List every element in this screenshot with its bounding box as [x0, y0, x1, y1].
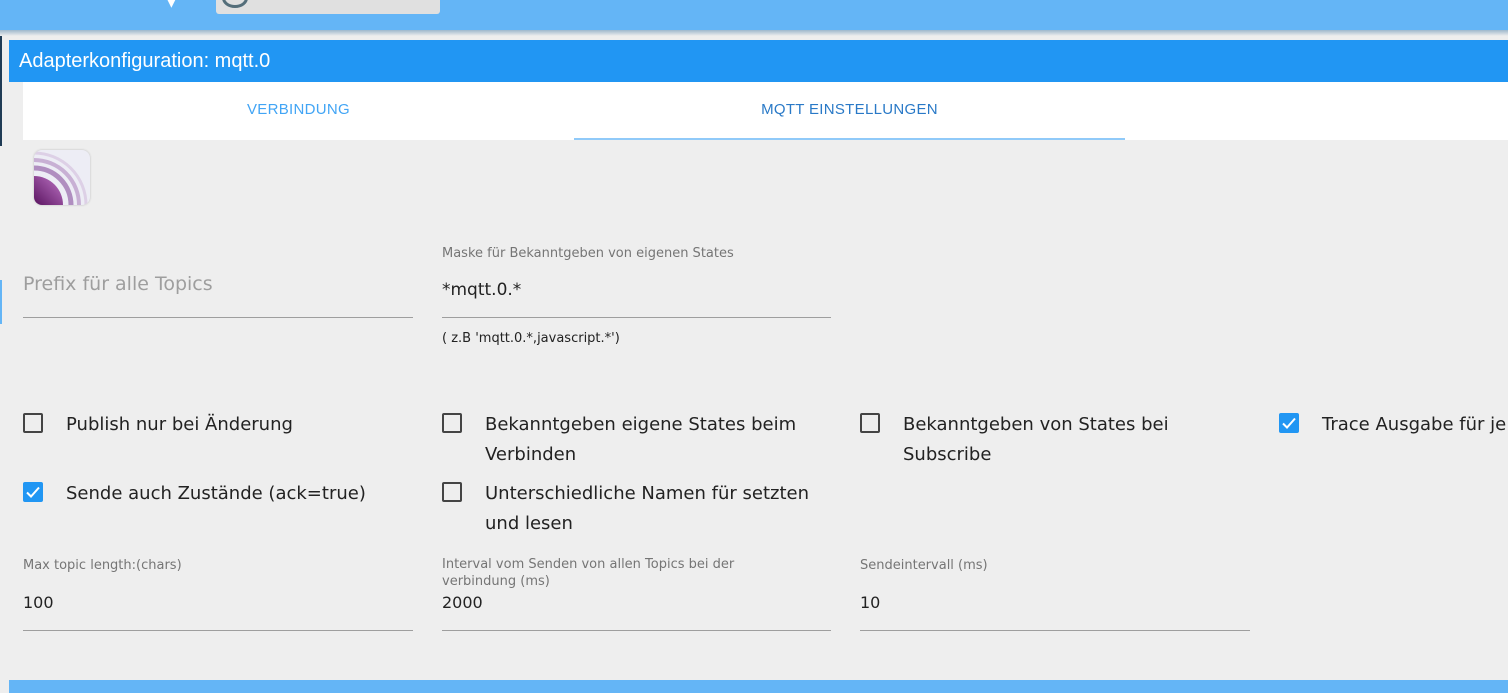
- checkbox-label: Publish nur bei Änderung: [66, 414, 293, 435]
- chevron-down-icon[interactable]: ▼: [166, 0, 177, 10]
- tab-mqtt-einstellungen[interactable]: MQTT EINSTELLUNGEN: [574, 82, 1125, 140]
- tab-bar: VERBINDUNG MQTT EINSTELLUNGEN: [23, 82, 1508, 140]
- mask-field-label: Maske für Bekanntgeben von eigenen State…: [442, 246, 734, 261]
- checkbox-unchecked-icon[interactable]: [860, 413, 880, 433]
- checkbox-label: Sende auch Zustände (ack=true): [66, 483, 366, 504]
- checkbox-checked-icon[interactable]: [1279, 413, 1299, 433]
- checkbox-label: Bekanntgeben eigene States beim Verbinde…: [485, 414, 797, 465]
- mask-input-underline: [442, 317, 831, 318]
- checkbox-trace-output[interactable]: Trace Ausgabe für je: [1279, 413, 1508, 473]
- top-search-input[interactable]: [216, 0, 440, 14]
- dialog-title: Adapterkonfiguration: mqtt.0: [9, 40, 1508, 82]
- prefix-input-underline: [23, 317, 413, 318]
- checkbox-label: Unterschiedliche Namen für setzten und l…: [485, 483, 809, 534]
- checkbox-label: Trace Ausgabe für je: [1322, 414, 1507, 435]
- send-interval-underline: [860, 630, 1250, 631]
- interval-all-topics-label: Interval vom Senden von allen Topics bei…: [442, 557, 735, 589]
- mqtt-broadcast-icon: [34, 150, 90, 205]
- max-topic-length-underline: [23, 630, 413, 631]
- interval-all-topics-underline: [442, 630, 831, 631]
- max-topic-length-input[interactable]: 100: [23, 593, 54, 612]
- top-bar-shadow: [0, 30, 1508, 36]
- checkbox-unchecked-icon[interactable]: [23, 413, 43, 433]
- left-edge-divider: [0, 36, 2, 146]
- dialog-footer-bar: [9, 680, 1508, 693]
- tab-verbindung[interactable]: VERBINDUNG: [23, 82, 574, 140]
- send-interval-input[interactable]: 10: [860, 593, 880, 612]
- left-edge-highlight: [0, 280, 2, 324]
- prefix-input[interactable]: Prefix für alle Topics: [23, 273, 213, 295]
- mask-helper-text: ( z.B 'mqtt.0.*,javascript.*'): [442, 331, 620, 346]
- checkbox-unchecked-icon[interactable]: [442, 482, 462, 502]
- checkbox-checked-icon[interactable]: [23, 482, 43, 502]
- send-interval-label: Sendeintervall (ms): [860, 558, 988, 573]
- checkbox-unchecked-icon[interactable]: [442, 413, 462, 433]
- checkbox-label: Bekanntgeben von States bei Subscribe: [903, 414, 1169, 465]
- max-topic-length-label: Max topic length:(chars): [23, 558, 182, 573]
- interval-all-topics-input[interactable]: 2000: [442, 593, 483, 612]
- app-top-bar: ▼: [0, 0, 1508, 30]
- mask-input[interactable]: *mqtt.0.*: [442, 280, 521, 300]
- adapter-icon: [222, 0, 248, 8]
